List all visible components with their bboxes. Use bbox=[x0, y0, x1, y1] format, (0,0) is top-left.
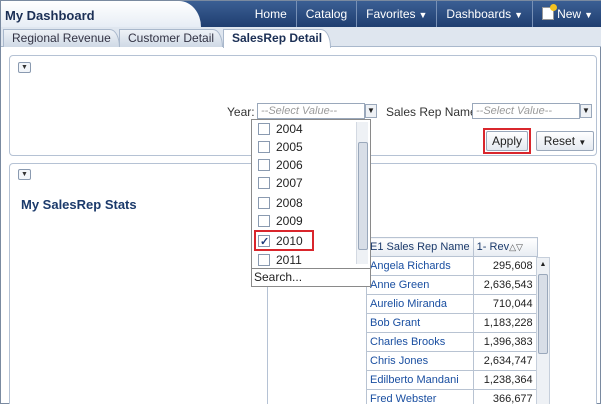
revenue-cell: 710,044 bbox=[472, 294, 538, 314]
checkbox[interactable] bbox=[258, 197, 270, 209]
nav-favorites-label: Favorites bbox=[366, 7, 416, 21]
table-row: Aurelio Miranda 710,044 bbox=[366, 294, 538, 314]
year-option-label: 2006 bbox=[276, 158, 303, 172]
dropdown-search-link[interactable]: Search... bbox=[252, 268, 370, 286]
table-row: Charles Brooks 1,396,383 bbox=[366, 332, 538, 352]
checkbox[interactable] bbox=[258, 254, 270, 266]
table-header-row: E1 Sales Rep Name 1- Rev△▽ bbox=[366, 237, 538, 257]
collapse-stats-button[interactable]: ▼ bbox=[18, 169, 31, 180]
salesrep-label: Sales Rep Name: bbox=[386, 105, 481, 119]
revenue-cell: 1,396,383 bbox=[472, 332, 538, 352]
year-option-label: 2007 bbox=[276, 176, 303, 190]
revenue-header-label: 1- Rev bbox=[476, 241, 510, 253]
chevron-down-icon: ▼ bbox=[418, 10, 428, 20]
tab-customer-detail[interactable]: Customer Detail bbox=[119, 29, 224, 47]
salesrep-name-link[interactable]: Anne Green bbox=[366, 275, 474, 295]
table-scroll-thumb[interactable] bbox=[538, 274, 548, 354]
nav-home-label: Home bbox=[254, 7, 287, 21]
reset-button[interactable]: Reset ▼ bbox=[536, 131, 594, 151]
revenue-cell: 2,636,543 bbox=[472, 275, 538, 295]
salesrep-name-link[interactable]: Chris Jones bbox=[366, 351, 474, 371]
year-label: Year: bbox=[227, 105, 255, 119]
checkbox[interactable] bbox=[258, 123, 270, 135]
table-row: Edilberto Mandani 1,238,364 bbox=[366, 370, 538, 390]
revenue-cell: 295,608 bbox=[472, 256, 538, 276]
nav-dashboards[interactable]: Dashboards ▼ bbox=[436, 1, 532, 27]
checkbox[interactable] bbox=[258, 141, 270, 153]
apply-highlight bbox=[483, 128, 531, 154]
table-row: Anne Green 2,636,543 bbox=[366, 275, 538, 295]
new-document-icon bbox=[542, 4, 558, 20]
salesrep-name-link[interactable]: Aurelio Miranda bbox=[366, 294, 474, 314]
table-row: Chris Jones 2,634,747 bbox=[366, 351, 538, 371]
nav-catalog-label: Catalog bbox=[305, 7, 348, 21]
section-title: My SalesRep Stats bbox=[21, 197, 137, 212]
year-option-label: 2008 bbox=[276, 196, 303, 210]
salesrep-name-link[interactable]: Edilberto Mandani bbox=[366, 370, 474, 390]
year-option-label: 2004 bbox=[276, 122, 303, 136]
reset-label: Reset bbox=[543, 134, 576, 148]
year-option-2004[interactable]: 2004 bbox=[258, 120, 303, 138]
year-option-label: 2011 bbox=[276, 253, 302, 267]
salesrep-name-link[interactable]: Angela Richards bbox=[366, 256, 474, 276]
salesrep-name-link[interactable]: Bob Grant bbox=[366, 313, 474, 333]
checkbox[interactable] bbox=[258, 159, 270, 171]
collapse-prompts-button[interactable]: ▼ bbox=[18, 62, 31, 73]
table-row: Angela Richards 295,608 bbox=[366, 256, 538, 276]
year-dropdown-list: 2004 2005 2006 2007 2008 2009 2010 2011 … bbox=[251, 119, 371, 287]
nav-dashboards-label: Dashboards bbox=[446, 7, 512, 21]
salesrep-name-link[interactable]: Charles Brooks bbox=[366, 332, 474, 352]
year-option-label: 2009 bbox=[276, 214, 303, 228]
year-option-2008[interactable]: 2008 bbox=[258, 194, 303, 212]
nav-catalog[interactable]: Catalog bbox=[295, 1, 356, 27]
sort-icon[interactable]: △▽ bbox=[509, 242, 523, 252]
chevron-down-icon: ▼ bbox=[578, 138, 587, 147]
tab-salesrep-detail[interactable]: SalesRep Detail bbox=[223, 29, 332, 48]
page-tabs: Regional Revenue Customer Detail SalesRe… bbox=[1, 27, 601, 48]
checkbox[interactable] bbox=[258, 177, 270, 189]
year-dropdown-arrow[interactable]: ▼ bbox=[365, 104, 377, 118]
checkbox[interactable] bbox=[258, 215, 270, 227]
nav-new[interactable]: New ▼ bbox=[532, 1, 601, 27]
year-option-2005[interactable]: 2005 bbox=[258, 138, 303, 156]
salesrep-name-link[interactable]: Fred Webster bbox=[366, 389, 474, 404]
year-option-2011[interactable]: 2011 bbox=[258, 251, 302, 269]
revenue-cell: 366,677 bbox=[472, 389, 538, 404]
year-option-2007[interactable]: 2007 bbox=[258, 174, 303, 192]
table-scrollbar[interactable]: ▲ bbox=[536, 257, 550, 404]
nav-new-label: New bbox=[557, 7, 582, 21]
salesrep-dropdown-arrow[interactable]: ▼ bbox=[580, 104, 592, 118]
scroll-up-icon[interactable]: ▲ bbox=[537, 258, 549, 272]
year-option-label: 2005 bbox=[276, 140, 303, 154]
dropdown-scrollbar[interactable] bbox=[356, 122, 368, 264]
nav-home[interactable]: Home bbox=[246, 1, 296, 27]
year-option-2009[interactable]: 2009 bbox=[258, 212, 303, 230]
revenue-cell: 1,183,228 bbox=[472, 313, 538, 333]
column-header-revenue[interactable]: 1- Rev△▽ bbox=[472, 237, 538, 257]
column-header-sales-rep[interactable]: E1 Sales Rep Name bbox=[366, 237, 474, 257]
nav-favorites[interactable]: Favorites ▼ bbox=[356, 1, 436, 27]
salesrep-table: E1 Sales Rep Name 1- Rev△▽ Angela Richar… bbox=[366, 237, 538, 404]
chevron-down-icon: ▼ bbox=[514, 10, 524, 20]
year-select[interactable]: --Select Value-- bbox=[257, 103, 365, 119]
dropdown-scroll-thumb[interactable] bbox=[358, 142, 368, 250]
salesrep-select[interactable]: --Select Value-- bbox=[472, 103, 580, 119]
revenue-cell: 2,634,747 bbox=[472, 351, 538, 371]
tab-regional-revenue[interactable]: Regional Revenue bbox=[3, 29, 120, 47]
top-header: My Dashboard Home Catalog Favorites ▼ Das… bbox=[1, 1, 601, 27]
chevron-down-icon: ▼ bbox=[584, 10, 593, 20]
selected-year-highlight bbox=[254, 230, 314, 251]
dashboard-title: My Dashboard bbox=[1, 1, 201, 27]
table-row: Bob Grant 1,183,228 bbox=[366, 313, 538, 333]
global-nav: Home Catalog Favorites ▼ Dashboards ▼ New ▼ bbox=[246, 1, 601, 27]
revenue-cell: 1,238,364 bbox=[472, 370, 538, 390]
year-option-2006[interactable]: 2006 bbox=[258, 156, 303, 174]
table-row: Fred Webster 366,677 bbox=[366, 389, 538, 404]
